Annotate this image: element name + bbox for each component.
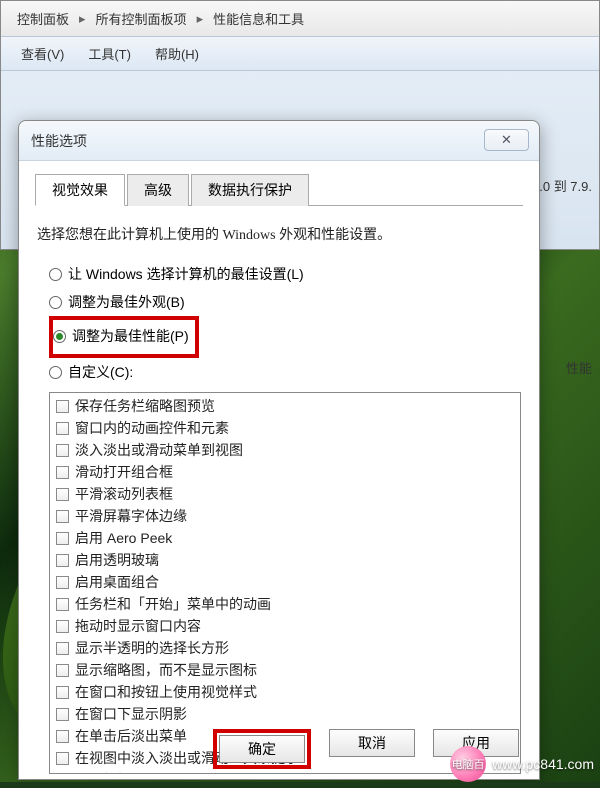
checkbox-icon [56, 664, 69, 677]
checkbox-label: 淡入淡出或滑动菜单到视图 [75, 440, 243, 460]
checkbox-icon [56, 686, 69, 699]
radio-icon [49, 366, 62, 379]
watermark-logo-icon: 电脑百 [450, 746, 486, 782]
ok-button[interactable]: 确定 [219, 735, 305, 763]
checkbox-label: 启用桌面组合 [75, 572, 159, 592]
checkbox-row[interactable]: 拖动时显示窗口内容 [52, 615, 518, 637]
highlight-ok-button: 确定 [213, 729, 311, 769]
checkbox-label: 启用透明玻璃 [75, 550, 159, 570]
checkbox-icon [56, 620, 69, 633]
checkbox-icon [56, 510, 69, 523]
checkbox-label: 平滑滚动列表框 [75, 484, 173, 504]
dialog-titlebar[interactable]: 性能选项 ✕ [19, 121, 539, 161]
checkbox-row[interactable]: 滑动打开组合框 [52, 461, 518, 483]
breadcrumb-separator-icon: ▸ [77, 11, 88, 27]
checkbox-row[interactable]: 在鼠标指针下显示阴影 [52, 769, 518, 774]
checkbox-row[interactable]: 在窗口下显示阴影 [52, 703, 518, 725]
tab-bar: 视觉效果 高级 数据执行保护 [35, 173, 523, 206]
checkbox-icon [56, 598, 69, 611]
tab-advanced[interactable]: 高级 [127, 174, 189, 206]
radio-custom[interactable]: 自定义(C): [49, 358, 523, 386]
checkbox-row[interactable]: 启用透明玻璃 [52, 549, 518, 571]
radio-best-performance[interactable]: 调整为最佳性能(P) [53, 322, 189, 350]
checkbox-label: 拖动时显示窗口内容 [75, 616, 201, 636]
cancel-button[interactable]: 取消 [329, 729, 415, 757]
checkbox-icon [56, 488, 69, 501]
checkbox-row[interactable]: 启用桌面组合 [52, 571, 518, 593]
menu-help[interactable]: 帮助(H) [143, 38, 211, 69]
visual-effects-checkbox-list[interactable]: 保存任务栏缩略图预览窗口内的动画控件和元素淡入淡出或滑动菜单到视图滑动打开组合框… [49, 392, 521, 774]
checkbox-row[interactable]: 保存任务栏缩略图预览 [52, 395, 518, 417]
checkbox-label: 窗口内的动画控件和元素 [75, 418, 229, 438]
dialog-title: 性能选项 [31, 131, 87, 151]
checkbox-row[interactable]: 显示缩略图，而不是显示图标 [52, 659, 518, 681]
radio-best-appearance[interactable]: 调整为最佳外观(B) [49, 288, 523, 316]
checkbox-label: 任务栏和「开始」菜单中的动画 [75, 594, 271, 614]
breadcrumb-separator-icon: ▸ [195, 11, 206, 27]
menu-bar: 查看(V) 工具(T) 帮助(H) [1, 37, 599, 71]
checkbox-icon [56, 466, 69, 479]
checkbox-row[interactable]: 在窗口和按钮上使用视觉样式 [52, 681, 518, 703]
checkbox-label: 显示缩略图，而不是显示图标 [75, 660, 257, 680]
checkbox-icon [56, 400, 69, 413]
radio-label: 自定义(C): [68, 362, 133, 382]
breadcrumb: 控制面板 ▸ 所有控制面板项 ▸ 性能信息和工具 [1, 1, 599, 37]
watermark: 电脑百 www.pc841.com [450, 746, 594, 782]
checkbox-icon [56, 642, 69, 655]
checkbox-label: 保存任务栏缩略图预览 [75, 396, 215, 416]
performance-options-dialog: 性能选项 ✕ 视觉效果 高级 数据执行保护 选择您想在此计算机上使用的 Wind… [18, 120, 540, 780]
close-button[interactable]: ✕ [484, 129, 529, 151]
radio-icon [49, 268, 62, 281]
tab-visual-effects[interactable]: 视觉效果 [35, 174, 125, 206]
dialog-body: 视觉效果 高级 数据执行保护 选择您想在此计算机上使用的 Windows 外观和… [19, 161, 539, 786]
checkbox-row[interactable]: 淡入淡出或滑动菜单到视图 [52, 439, 518, 461]
radio-label: 调整为最佳性能(P) [72, 326, 189, 346]
tab-description-text: 选择您想在此计算机上使用的 Windows 外观和性能设置。 [35, 220, 523, 260]
background-rating-text: 1.0 到 7.9. [532, 176, 592, 195]
breadcrumb-item-control-panel[interactable]: 控制面板 [9, 5, 77, 32]
checkbox-icon [56, 730, 69, 743]
tab-dep[interactable]: 数据执行保护 [191, 174, 309, 206]
checkbox-label: 在鼠标指针下显示阴影 [75, 770, 215, 774]
checkbox-row[interactable]: 任务栏和「开始」菜单中的动画 [52, 593, 518, 615]
menu-view[interactable]: 查看(V) [9, 38, 76, 69]
bottom-border [0, 782, 600, 788]
checkbox-row[interactable]: 启用 Aero Peek [52, 527, 518, 549]
checkbox-row[interactable]: 窗口内的动画控件和元素 [52, 417, 518, 439]
checkbox-label: 在单击后淡出菜单 [75, 726, 187, 746]
checkbox-icon [56, 708, 69, 721]
checkbox-icon [56, 774, 69, 775]
checkbox-icon [56, 752, 69, 765]
menu-tools[interactable]: 工具(T) [76, 38, 143, 69]
checkbox-label: 在窗口下显示阴影 [75, 704, 187, 724]
radio-let-windows-choose[interactable]: 让 Windows 选择计算机的最佳设置(L) [49, 260, 523, 288]
checkbox-icon [56, 554, 69, 567]
checkbox-icon [56, 576, 69, 589]
breadcrumb-item-performance[interactable]: 性能信息和工具 [205, 5, 312, 32]
radio-icon [53, 330, 66, 343]
breadcrumb-item-all-items[interactable]: 所有控制面板项 [88, 5, 195, 32]
checkbox-row[interactable]: 平滑屏幕字体边缘 [52, 505, 518, 527]
checkbox-label: 滑动打开组合框 [75, 462, 173, 482]
radio-icon [49, 296, 62, 309]
checkbox-label: 启用 Aero Peek [75, 528, 172, 548]
checkbox-icon [56, 422, 69, 435]
radio-label: 调整为最佳外观(B) [68, 292, 185, 312]
radio-label: 让 Windows 选择计算机的最佳设置(L) [68, 264, 304, 284]
radio-group: 让 Windows 选择计算机的最佳设置(L) 调整为最佳外观(B) 调整为最佳… [35, 260, 523, 386]
checkbox-icon [56, 444, 69, 457]
checkbox-row[interactable]: 平滑滚动列表框 [52, 483, 518, 505]
background-performance-label: 性能 [566, 358, 592, 377]
highlight-best-performance: 调整为最佳性能(P) [49, 316, 199, 358]
checkbox-label: 显示半透明的选择长方形 [75, 638, 229, 658]
checkbox-label: 平滑屏幕字体边缘 [75, 506, 187, 526]
checkbox-label: 在窗口和按钮上使用视觉样式 [75, 682, 257, 702]
checkbox-row[interactable]: 显示半透明的选择长方形 [52, 637, 518, 659]
watermark-url-text: www.pc841.com [492, 756, 594, 772]
checkbox-icon [56, 532, 69, 545]
